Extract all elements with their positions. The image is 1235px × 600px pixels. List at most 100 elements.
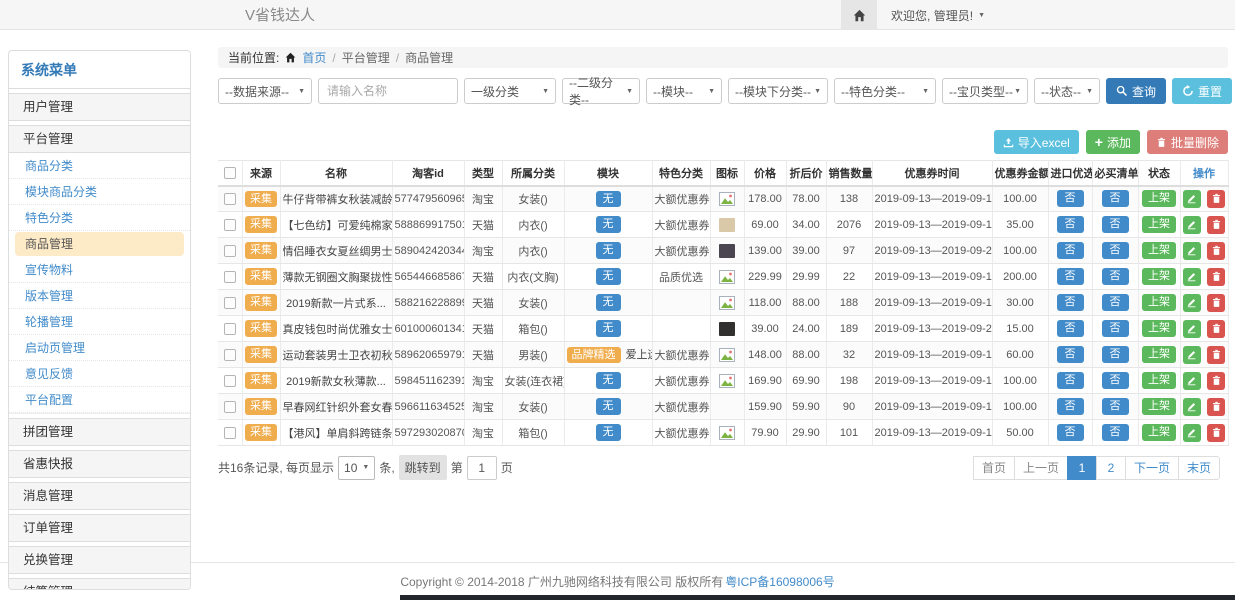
batch-delete-button[interactable]: 批量删除 <box>1147 130 1228 154</box>
filter-status-select[interactable]: --状态--▼ <box>1034 78 1100 104</box>
must-buy-toggle[interactable]: 否 <box>1102 346 1129 363</box>
page-number-input[interactable] <box>467 456 497 480</box>
status-button[interactable]: 上架 <box>1142 372 1176 389</box>
status-button[interactable]: 上架 <box>1142 320 1176 337</box>
filter-data-source-select[interactable]: --数据来源--▼ <box>218 78 312 104</box>
jump-button[interactable]: 跳转到 <box>399 455 447 480</box>
import-optimal-toggle[interactable]: 否 <box>1057 346 1084 363</box>
delete-button[interactable] <box>1207 372 1225 390</box>
import-optimal-toggle[interactable]: 否 <box>1057 294 1084 311</box>
must-buy-toggle[interactable]: 否 <box>1102 294 1129 311</box>
import-optimal-toggle[interactable]: 否 <box>1057 424 1084 441</box>
must-buy-toggle[interactable]: 否 <box>1102 190 1129 207</box>
import-optimal-toggle[interactable]: 否 <box>1057 268 1084 285</box>
status-button[interactable]: 上架 <box>1142 242 1176 259</box>
row-checkbox[interactable] <box>224 427 236 439</box>
sidebar-subitem[interactable]: 宣传物料 <box>9 257 190 283</box>
delete-button[interactable] <box>1207 294 1225 312</box>
sidebar-group[interactable]: 消息管理 <box>9 482 190 510</box>
sidebar-subitem[interactable]: 特色分类 <box>9 205 190 231</box>
import-optimal-toggle[interactable]: 否 <box>1057 320 1084 337</box>
edit-button[interactable] <box>1183 190 1201 208</box>
import-optimal-toggle[interactable]: 否 <box>1057 372 1084 389</box>
delete-button[interactable] <box>1207 242 1225 260</box>
import-optimal-toggle[interactable]: 否 <box>1057 190 1084 207</box>
sidebar-group-platform[interactable]: 平台管理 <box>9 125 190 153</box>
delete-button[interactable] <box>1207 216 1225 234</box>
home-button[interactable] <box>841 0 877 30</box>
edit-button[interactable] <box>1183 398 1201 416</box>
delete-button[interactable] <box>1207 398 1225 416</box>
must-buy-toggle[interactable]: 否 <box>1102 242 1129 259</box>
row-checkbox[interactable] <box>224 245 236 257</box>
must-buy-toggle[interactable]: 否 <box>1102 372 1129 389</box>
filter-feature-select[interactable]: --特色分类--▼ <box>834 78 936 104</box>
sidebar-subitem[interactable]: 平台配置 <box>9 387 190 413</box>
edit-button[interactable] <box>1183 294 1201 312</box>
delete-button[interactable] <box>1207 424 1225 442</box>
page-button[interactable]: 首页 <box>973 456 1015 480</box>
edit-button[interactable] <box>1183 424 1201 442</box>
status-button[interactable]: 上架 <box>1142 268 1176 285</box>
sidebar-subitem[interactable]: 轮播管理 <box>9 309 190 335</box>
filter-module-select[interactable]: --模块--▼ <box>646 78 722 104</box>
delete-button[interactable] <box>1207 268 1225 286</box>
row-checkbox[interactable] <box>224 271 236 283</box>
page-button[interactable]: 末页 <box>1178 456 1220 480</box>
add-button[interactable]: + 添加 <box>1086 130 1140 154</box>
name-search-input[interactable] <box>318 78 458 104</box>
sidebar-subitem[interactable]: 版本管理 <box>9 283 190 309</box>
delete-button[interactable] <box>1207 190 1225 208</box>
sidebar-subitem[interactable]: 启动页管理 <box>9 335 190 361</box>
page-button[interactable]: 1 <box>1067 456 1097 480</box>
import-optimal-toggle[interactable]: 否 <box>1057 216 1084 233</box>
row-checkbox[interactable] <box>224 193 236 205</box>
sidebar-group-users[interactable]: 用户管理 <box>9 93 190 121</box>
icp-link[interactable]: 粤ICP备16098006号 <box>725 573 834 590</box>
filter-item-type-select[interactable]: --宝贝类型--▼ <box>942 78 1028 104</box>
reset-button[interactable]: 重置 <box>1172 78 1232 104</box>
page-button[interactable]: 上一页 <box>1014 456 1068 480</box>
row-checkbox[interactable] <box>224 401 236 413</box>
filter-module-sub-select[interactable]: --模块下分类--▼ <box>728 78 828 104</box>
status-button[interactable]: 上架 <box>1142 190 1176 207</box>
row-checkbox[interactable] <box>224 323 236 335</box>
must-buy-toggle[interactable]: 否 <box>1102 398 1129 415</box>
search-button[interactable]: 查询 <box>1106 78 1166 104</box>
sidebar-subitem[interactable]: 意见反馈 <box>9 361 190 387</box>
select-all-checkbox[interactable] <box>224 167 236 179</box>
import-optimal-toggle[interactable]: 否 <box>1057 398 1084 415</box>
must-buy-toggle[interactable]: 否 <box>1102 268 1129 285</box>
edit-button[interactable] <box>1183 268 1201 286</box>
status-button[interactable]: 上架 <box>1142 216 1176 233</box>
status-button[interactable]: 上架 <box>1142 346 1176 363</box>
edit-button[interactable] <box>1183 320 1201 338</box>
status-button[interactable]: 上架 <box>1142 398 1176 415</box>
row-checkbox[interactable] <box>224 297 236 309</box>
sidebar-group[interactable]: 结算管理 <box>9 578 190 590</box>
per-page-select[interactable]: 10 ▼ <box>338 456 375 480</box>
delete-button[interactable] <box>1207 320 1225 338</box>
edit-button[interactable] <box>1183 216 1201 234</box>
must-buy-toggle[interactable]: 否 <box>1102 320 1129 337</box>
delete-button[interactable] <box>1207 346 1225 364</box>
user-menu[interactable]: 欢迎您, 管理员! ▼ <box>891 7 985 24</box>
edit-button[interactable] <box>1183 346 1201 364</box>
edit-button[interactable] <box>1183 242 1201 260</box>
edit-button[interactable] <box>1183 372 1201 390</box>
filter-category1-select[interactable]: 一级分类▼ <box>464 78 556 104</box>
must-buy-toggle[interactable]: 否 <box>1102 216 1129 233</box>
must-buy-toggle[interactable]: 否 <box>1102 424 1129 441</box>
row-checkbox[interactable] <box>224 375 236 387</box>
row-checkbox[interactable] <box>224 219 236 231</box>
sidebar-subitem[interactable]: 商品分类 <box>9 153 190 179</box>
sidebar-group[interactable]: 兑换管理 <box>9 546 190 574</box>
row-checkbox[interactable] <box>224 349 236 361</box>
import-excel-button[interactable]: 导入excel <box>994 130 1079 154</box>
sidebar-group[interactable]: 省惠快报 <box>9 450 190 478</box>
page-button[interactable]: 下一页 <box>1125 456 1179 480</box>
breadcrumb-home-link[interactable]: 首页 <box>302 49 326 66</box>
filter-category2-select[interactable]: --二级分类--▼ <box>562 78 640 104</box>
page-button[interactable]: 2 <box>1096 456 1126 480</box>
status-button[interactable]: 上架 <box>1142 294 1176 311</box>
